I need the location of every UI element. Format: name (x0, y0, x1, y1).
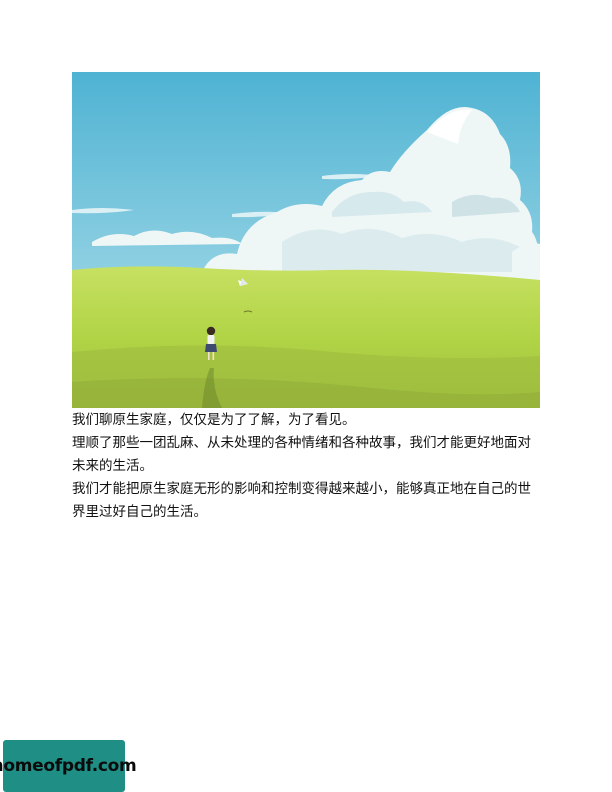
paragraph-1: 我们聊原生家庭，仅仅是为了了解，为了看见。 (72, 412, 356, 428)
landscape-illustration (72, 72, 540, 408)
body-text: 我们聊原生家庭，仅仅是为了了解，为了看见。 理顺了那些一团乱麻、从未处理的各种情… (72, 409, 540, 524)
landscape-artwork (72, 72, 540, 408)
document-page: 我们聊原生家庭，仅仅是为了了解，为了看见。 理顺了那些一团乱麻、从未处理的各种情… (0, 0, 612, 792)
paragraph-2: 理顺了那些一团乱麻、从未处理的各种情绪和各种故事，我们才能更好地面对未来的生活。 (72, 435, 531, 474)
paragraph-3: 我们才能把原生家庭无形的影响和控制变得越来越小，能够真正地在自己的世界里过好自己… (72, 481, 531, 520)
watermark-badge[interactable]: homeofpdf.com (0, 740, 137, 792)
watermark-label: homeofpdf.com (0, 756, 137, 776)
